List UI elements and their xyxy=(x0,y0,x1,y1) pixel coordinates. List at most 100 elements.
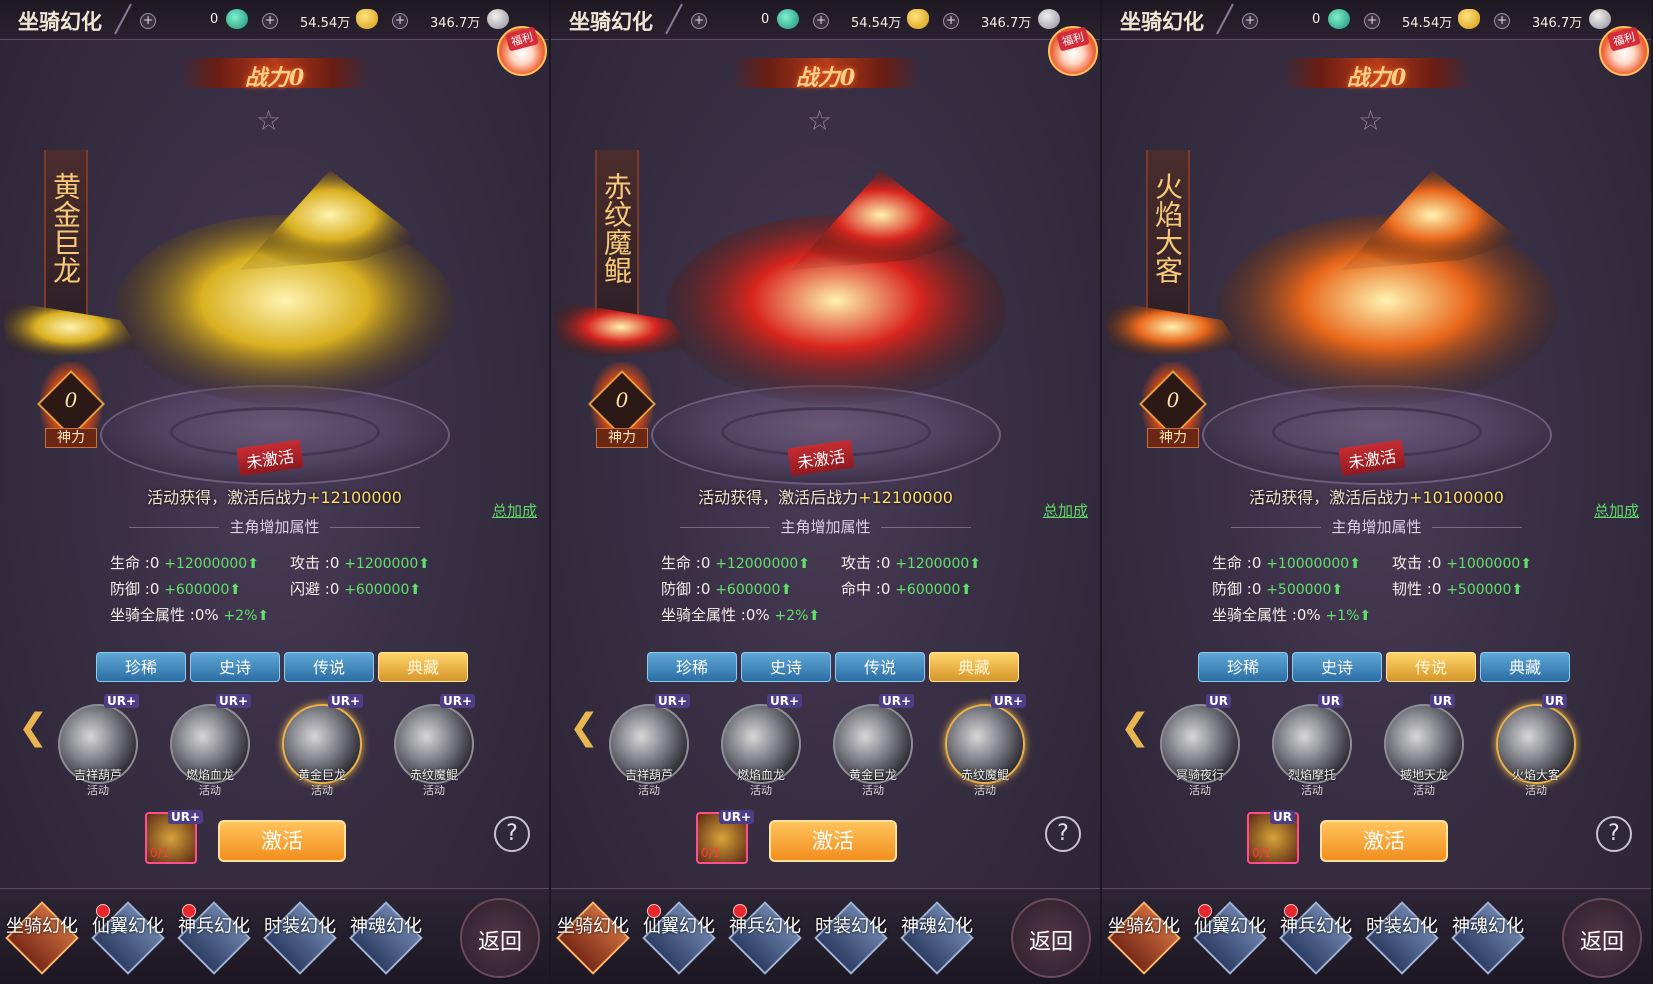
nav-weapon-transform[interactable]: 神兵幻化 xyxy=(728,901,802,976)
add-jade-button[interactable]: + xyxy=(1242,13,1258,29)
nav-wing-transform[interactable]: 仙翼幻化 xyxy=(91,901,165,976)
obtain-prefix: 活动获得，激活后战力 xyxy=(698,488,859,507)
nav-fashion-transform[interactable]: 时装幻化 xyxy=(814,901,888,976)
rarity-badge: UR+ xyxy=(655,694,691,708)
star-icon: ☆ xyxy=(256,104,282,137)
mount-thumb-source: 活动 xyxy=(1301,784,1323,797)
obtain-power-value: +12100000 xyxy=(858,488,953,507)
mount-thumb-name: 撼地天龙 xyxy=(1399,768,1448,782)
rarity-badge: UR+ xyxy=(104,694,140,708)
combat-power: 战力0 xyxy=(1346,65,1407,91)
help-icon[interactable]: ? xyxy=(1045,816,1081,852)
tab-epic[interactable]: 史诗 xyxy=(1292,652,1382,682)
mount-thumb-name: 烈焰摩托 xyxy=(1287,768,1336,782)
back-label[interactable]: 返回 xyxy=(460,924,540,956)
activate-button[interactable]: 激活 xyxy=(218,820,346,862)
nav-mount-transform[interactable]: 坐骑幻化 xyxy=(5,901,79,976)
coin-amount: 346.7万 xyxy=(1532,16,1583,31)
coin-icon xyxy=(487,9,509,29)
mount-thumb-source: 活动 xyxy=(199,784,221,797)
jade-amount: 0 xyxy=(210,12,219,27)
activate-button[interactable]: 激活 xyxy=(769,820,897,862)
stat-mount-all: 坐骑全属性 :0% +1%⬆ xyxy=(1212,606,1372,624)
tab-legend[interactable]: 传说 xyxy=(284,652,374,682)
mount-thumb-name: 黄金巨龙 xyxy=(848,768,897,782)
stat-defense: 防御 :0 +600000⬆ xyxy=(110,580,242,598)
stat-attack: 攻击 :0 +1200000⬆ xyxy=(841,554,982,572)
nav-diamond-icon xyxy=(1107,901,1181,975)
back-label[interactable]: 返回 xyxy=(1562,924,1642,956)
nav-fashion-transform[interactable]: 时装幻化 xyxy=(263,901,337,976)
notification-dot xyxy=(733,904,747,918)
tab-rare[interactable]: 珍稀 xyxy=(1198,652,1288,682)
rarity-badge: UR+ xyxy=(991,694,1027,708)
stat-mount-all: 坐骑全属性 :0% +2%⬆ xyxy=(661,606,821,624)
add-ingot-button[interactable]: + xyxy=(262,13,278,29)
tab-rare[interactable]: 珍稀 xyxy=(647,652,737,682)
notification-dot xyxy=(96,904,110,918)
carousel-left-arrow-icon[interactable]: ❮ xyxy=(1120,708,1150,748)
add-jade-button[interactable]: + xyxy=(140,13,156,29)
rarity-tabs: 珍稀 史诗 传说 典藏 xyxy=(647,652,1019,682)
mount-transform-panel: 坐骑幻化 + 0 + 54.54万 + 346.7万 福利 战力0 ☆ 赤纹魔鲲 xyxy=(551,0,1100,984)
nav-fashion-transform[interactable]: 时装幻化 xyxy=(1365,901,1439,976)
tab-epic[interactable]: 史诗 xyxy=(741,652,831,682)
rarity-badge: UR xyxy=(1206,694,1231,708)
tab-rare[interactable]: 珍稀 xyxy=(96,652,186,682)
attribute-section-title: 主角增加属性 xyxy=(551,516,1100,537)
help-icon[interactable]: ? xyxy=(1596,816,1632,852)
add-coin-button[interactable]: + xyxy=(1494,13,1510,29)
item-rarity-badge: UR xyxy=(1270,810,1295,824)
carousel-left-arrow-icon[interactable]: ❮ xyxy=(569,708,599,748)
nav-weapon-transform[interactable]: 神兵幻化 xyxy=(1279,901,1353,976)
add-jade-button[interactable]: + xyxy=(691,13,707,29)
obtain-prefix: 活动获得，激活后战力 xyxy=(1249,488,1410,507)
mount-thumb-name: 吉祥葫芦 xyxy=(624,768,673,782)
tab-collection[interactable]: 典藏 xyxy=(378,652,468,682)
page-title: 坐骑幻化 xyxy=(1120,9,1204,34)
nav-soul-transform[interactable]: 神魂幻化 xyxy=(349,901,423,976)
attribute-section-title: 主角增加属性 xyxy=(1102,516,1651,537)
stat-hp: 生命 :0 +12000000⬆ xyxy=(110,554,259,572)
help-icon[interactable]: ? xyxy=(494,816,530,852)
shenli-label: 神力 xyxy=(596,428,648,448)
nav-wing-transform[interactable]: 仙翼幻化 xyxy=(1193,901,1267,976)
jade-icon xyxy=(1328,9,1350,29)
shenli-label: 神力 xyxy=(45,428,97,448)
notification-dot xyxy=(647,904,661,918)
mount-thumb-name: 赤纹魔鲲 xyxy=(409,768,458,782)
tab-collection[interactable]: 典藏 xyxy=(1480,652,1570,682)
mount-thumb-source: 活动 xyxy=(974,784,996,797)
nav-mount-transform[interactable]: 坐骑幻化 xyxy=(1107,901,1181,976)
nav-mount-transform[interactable]: 坐骑幻化 xyxy=(556,901,630,976)
nav-soul-transform[interactable]: 神魂幻化 xyxy=(1451,901,1525,976)
rarity-badge: UR+ xyxy=(328,694,364,708)
mount-thumb-source: 活动 xyxy=(750,784,772,797)
nav-wing-transform[interactable]: 仙翼幻化 xyxy=(642,901,716,976)
item-count: 0/1 xyxy=(150,846,170,860)
add-ingot-button[interactable]: + xyxy=(1364,13,1380,29)
tab-collection[interactable]: 典藏 xyxy=(929,652,1019,682)
item-count: 0/1 xyxy=(701,846,721,860)
mount-thumb-source: 活动 xyxy=(1413,784,1435,797)
coin-amount: 346.7万 xyxy=(981,16,1032,31)
add-ingot-button[interactable]: + xyxy=(813,13,829,29)
back-label[interactable]: 返回 xyxy=(1011,924,1091,956)
tab-epic[interactable]: 史诗 xyxy=(190,652,280,682)
tab-legend[interactable]: 传说 xyxy=(835,652,925,682)
rarity-tabs: 珍稀 史诗 传说 典藏 xyxy=(96,652,468,682)
jade-amount: 0 xyxy=(1312,12,1321,27)
ingot-icon xyxy=(356,9,378,29)
add-coin-button[interactable]: + xyxy=(392,13,408,29)
tab-legend[interactable]: 传说 xyxy=(1386,652,1476,682)
mount-transform-panel: 坐骑幻化 + 0 + 54.54万 + 346.7万 福利 战力0 ☆ 火焰大客 xyxy=(1102,0,1651,984)
nav-soul-transform[interactable]: 神魂幻化 xyxy=(900,901,974,976)
nav-weapon-transform[interactable]: 神兵幻化 xyxy=(177,901,251,976)
add-coin-button[interactable]: + xyxy=(943,13,959,29)
carousel-left-arrow-icon[interactable]: ❮ xyxy=(18,708,48,748)
nav-diamond-icon xyxy=(556,901,630,975)
shenli-value: 0 xyxy=(64,388,78,412)
mount-transform-panel: 坐骑幻化 + 0 + 54.54万 + 346.7万 福利 战力0 ☆ 黄金巨龙 xyxy=(0,0,549,984)
activate-button[interactable]: 激活 xyxy=(1320,820,1448,862)
ingot-amount: 54.54万 xyxy=(300,16,351,31)
